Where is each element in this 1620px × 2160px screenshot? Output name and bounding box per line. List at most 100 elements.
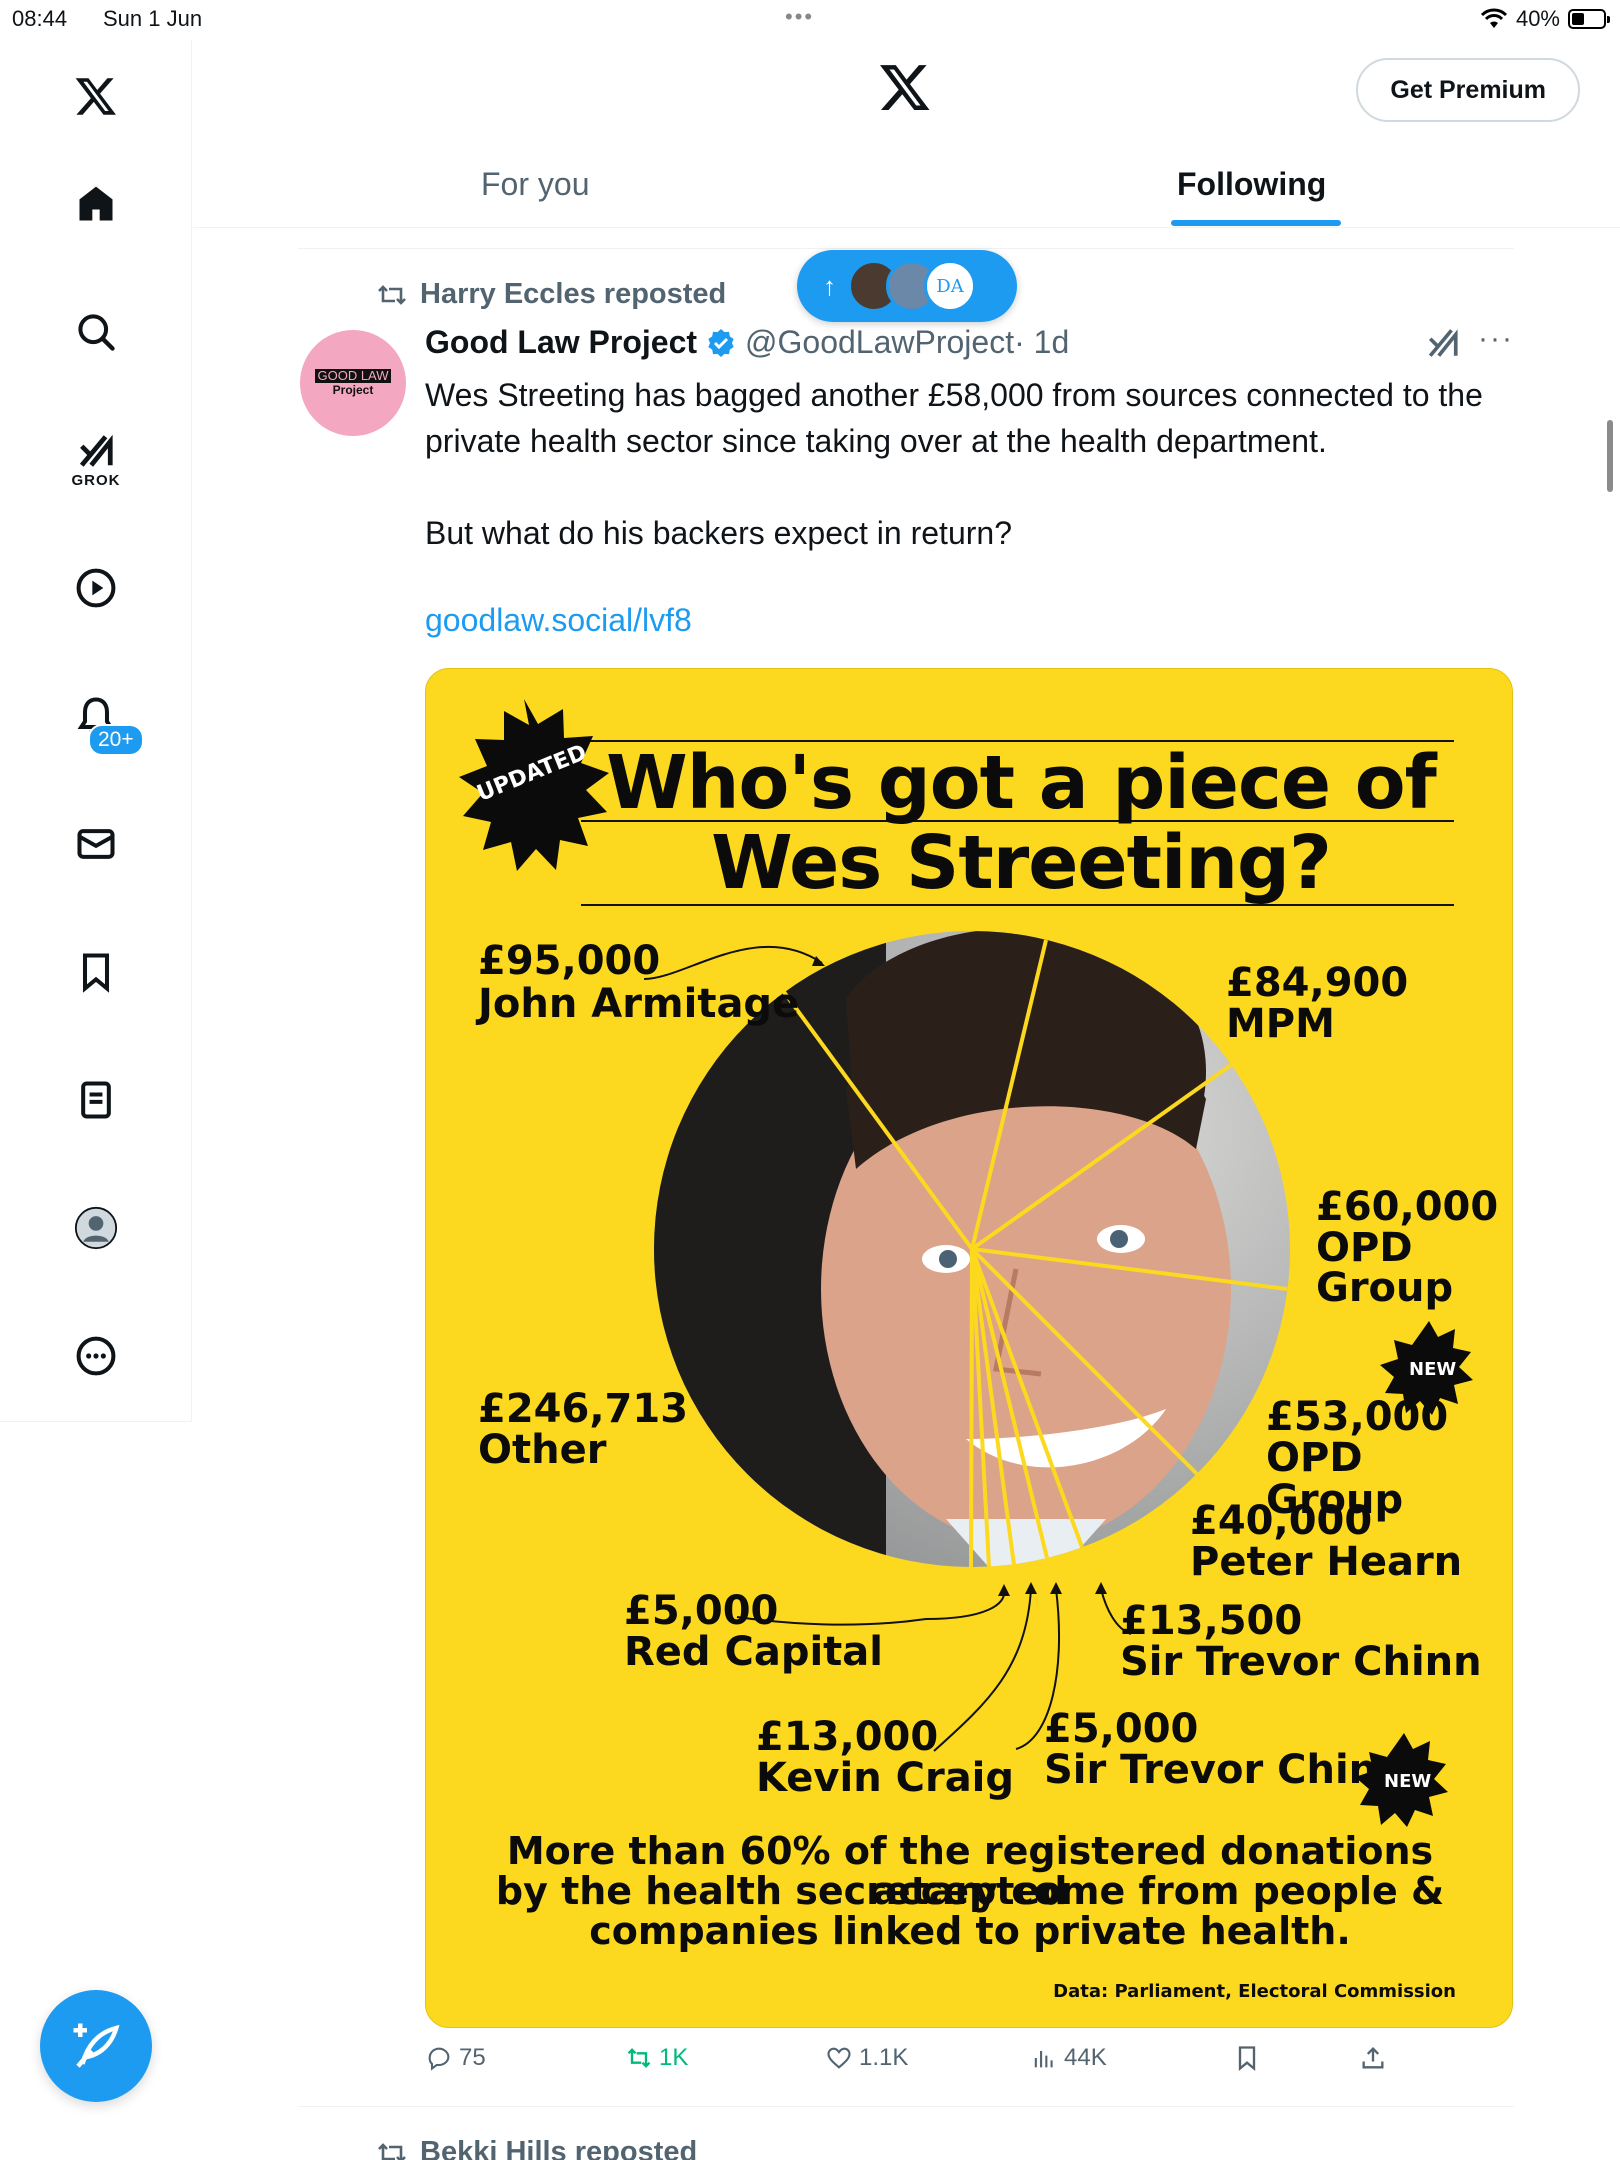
repost-context[interactable]: Harry Eccles reposted — [376, 278, 726, 311]
wifi-icon — [1480, 8, 1508, 28]
repost-icon — [378, 2142, 406, 2160]
notifications-badge: 20+ — [88, 724, 144, 756]
donation-label: Sir Trevor Chinn — [1044, 1747, 1406, 1793]
post-more-icon[interactable]: ··· — [1478, 322, 1514, 356]
post-paragraph: But what do his backers expect in return… — [425, 515, 1012, 551]
compose-button[interactable] — [40, 1990, 152, 2102]
new-posts-pill[interactable]: ↑ DA — [797, 250, 1017, 322]
donation-label: Sir Trevor Chinn — [1120, 1639, 1482, 1685]
repost-label: Harry Eccles reposted — [420, 278, 727, 310]
sidebar-x-logo[interactable] — [60, 60, 132, 132]
infographic-footer: by the health secretary come from people… — [495, 1869, 1445, 1913]
grok-icon — [79, 434, 113, 467]
feed-divider — [298, 2106, 1514, 2107]
infographic-headline: Wes Streeting? — [711, 820, 1332, 906]
sidebar-item-lists[interactable] — [60, 1064, 132, 1136]
tab-for-you[interactable]: For you — [481, 140, 589, 228]
infographic-headline: Who's got a piece of — [606, 740, 1437, 826]
author-avatar[interactable]: GOOD LAW Project — [300, 330, 406, 436]
share-button[interactable] — [1359, 2044, 1387, 2072]
bookmark-icon — [1238, 2046, 1256, 2071]
avatar-text: GOOD LAW — [315, 368, 391, 383]
verified-badge-icon — [708, 328, 734, 357]
next-post-repost-context[interactable]: Bekki Hills reposted — [376, 2136, 697, 2160]
donation-label: John Armitage — [478, 981, 800, 1027]
donation-amount: £246,713 — [478, 1386, 689, 1432]
tab-following[interactable]: Following — [1177, 140, 1326, 228]
author-row: Good Law Project @GoodLawProject · 1d — [425, 324, 1069, 361]
donation-amount: £13,000 — [756, 1714, 939, 1760]
new-tag-text: NEW — [1384, 1771, 1432, 1792]
repost-count: 1K — [659, 2044, 689, 2071]
x-logo-icon — [880, 65, 930, 110]
status-time: 08:44 — [12, 6, 68, 31]
donation-amount: £84,900 — [1226, 960, 1409, 1006]
repost-icon — [378, 284, 406, 305]
profile-icon — [74, 1206, 118, 1250]
active-tab-indicator — [1171, 220, 1341, 226]
post-link[interactable]: goodlaw.social/lvf8 — [425, 602, 692, 639]
like-count: 1.1K — [859, 2044, 909, 2071]
view-count: 44K — [1064, 2044, 1107, 2071]
like-button[interactable]: 1.1K — [825, 2044, 908, 2072]
post-actions: 75 1K 1.1K 44K — [425, 2044, 1425, 2088]
share-icon — [1362, 2047, 1384, 2069]
heart-icon — [827, 2047, 851, 2069]
views-icon — [1034, 2051, 1053, 2068]
reply-count: 75 — [459, 2044, 486, 2071]
get-premium-button[interactable]: Get Premium — [1356, 58, 1580, 122]
arrow-up-icon: ↑ — [823, 270, 836, 301]
grok-explain-button[interactable] — [1426, 326, 1460, 365]
scrollbar[interactable] — [1607, 420, 1613, 492]
grok-icon — [1428, 329, 1458, 357]
infographic-footer: companies linked to private health. — [589, 1909, 1351, 1953]
bookmark-icon — [82, 953, 110, 993]
donation-amount: £5,000 — [624, 1588, 779, 1634]
author-handle[interactable]: @GoodLawProject — [745, 324, 1014, 361]
list-icon — [81, 1081, 111, 1119]
pill-avatar: DA — [924, 260, 976, 312]
repost-button[interactable]: 1K — [625, 2044, 688, 2072]
mail-icon — [77, 829, 115, 859]
donation-label: Group — [1316, 1265, 1454, 1311]
sidebar-item-home[interactable] — [60, 168, 132, 240]
feed-divider — [298, 248, 1514, 249]
bookmark-button[interactable] — [1233, 2044, 1261, 2072]
battery-icon — [1568, 9, 1610, 29]
multitask-dots[interactable]: ••• — [785, 4, 814, 30]
sidebar-item-more[interactable] — [60, 1320, 132, 1392]
post-image[interactable]: UPDATED Who's got a piece of Wes Streeti… — [425, 668, 1513, 2028]
post-text: Wes Streeting has bagged another £58,000… — [425, 372, 1525, 602]
sidebar-item-bookmarks[interactable] — [60, 936, 132, 1008]
author-name[interactable]: Good Law Project — [425, 324, 697, 361]
grok-label: GROK — [71, 471, 121, 489]
donation-label: Red Capital — [624, 1629, 884, 1675]
donation-amount: £5,000 — [1044, 1706, 1199, 1752]
donation-label: Peter Hearn — [1190, 1539, 1463, 1585]
donation-label: OPD — [1316, 1225, 1413, 1271]
play-icon — [76, 568, 116, 608]
search-icon — [78, 314, 115, 351]
repost-icon — [627, 2048, 651, 2068]
donation-amount: £95,000 — [478, 938, 661, 984]
reply-button[interactable]: 75 — [425, 2044, 486, 2072]
home-icon — [79, 186, 113, 221]
sidebar-item-explore[interactable] — [60, 296, 132, 368]
views-button[interactable]: 44K — [1030, 2044, 1107, 2072]
sidebar-item-grok[interactable]: GROK — [60, 424, 132, 496]
status-right: 40% — [1480, 6, 1610, 32]
sidebar-item-video[interactable] — [60, 552, 132, 624]
post-time[interactable]: · 1d — [1014, 324, 1069, 361]
battery-percent: 40% — [1515, 6, 1560, 31]
donation-amount: £13,500 — [1120, 1598, 1303, 1644]
header-x-logo[interactable] — [878, 60, 932, 119]
sidebar-nav: GROK 20+ — [0, 40, 192, 1422]
donation-label: MPM — [1226, 1001, 1335, 1047]
compose-icon — [73, 2023, 120, 2068]
donation-label: Other — [478, 1427, 607, 1473]
avatar-text: Project — [332, 383, 374, 397]
sidebar-item-messages[interactable] — [60, 808, 132, 880]
status-bar: 08:44 Sun 1 Jun ••• 40% — [0, 0, 1620, 40]
sidebar-item-profile[interactable] — [60, 1192, 132, 1264]
repost-label: Bekki Hills reposted — [420, 2136, 698, 2160]
